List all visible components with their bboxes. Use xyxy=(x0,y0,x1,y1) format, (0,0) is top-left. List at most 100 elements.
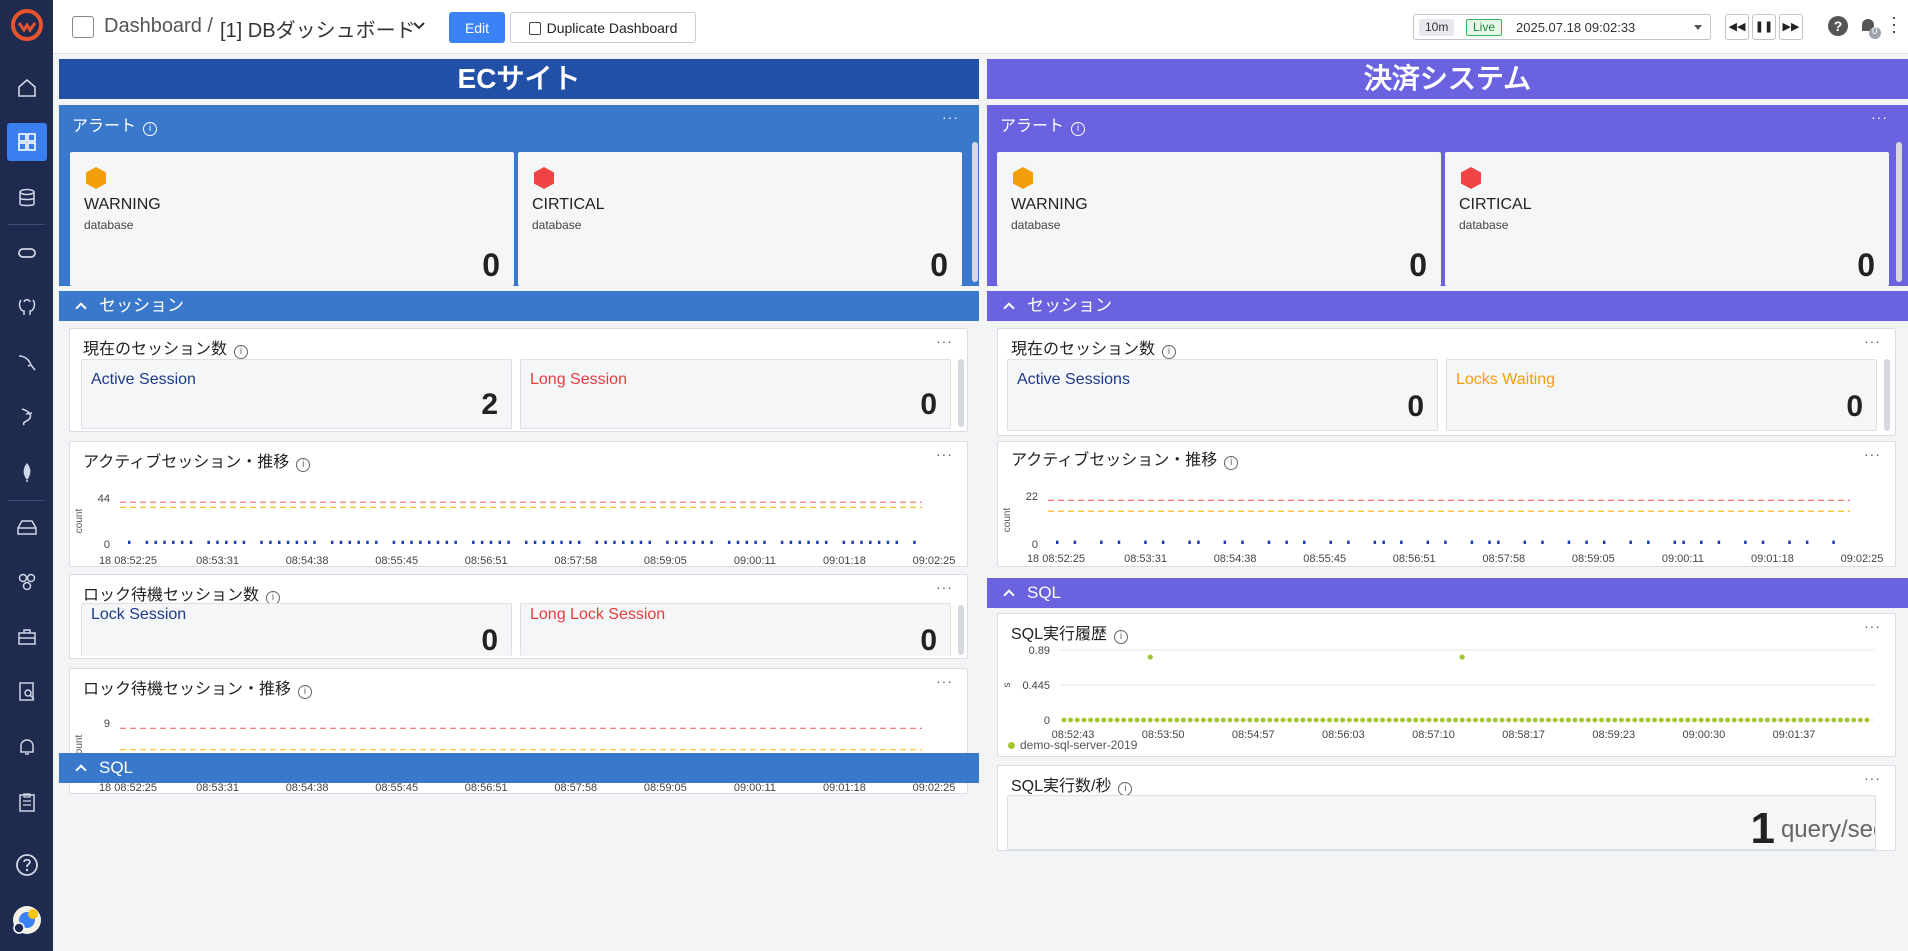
cluster-icon[interactable] xyxy=(0,562,53,602)
critical-card[interactable]: CIRTICAL database 0 xyxy=(1445,152,1889,286)
chart-bar xyxy=(639,540,643,544)
scrollbar[interactable] xyxy=(1896,142,1902,282)
chart-point xyxy=(1791,717,1797,723)
scrollbar[interactable] xyxy=(958,359,964,427)
duplicate-dashboard-button[interactable]: Duplicate Dashboard xyxy=(510,12,696,43)
sqlserver-icon[interactable] xyxy=(0,397,53,437)
active-session-chart[interactable]: count 22 0 18 08:52:25 08:53:31 08:54:38 08:55… xyxy=(998,468,1895,564)
chart-bar xyxy=(330,540,334,544)
chart-point xyxy=(1625,717,1631,723)
active-session-chart[interactable]: count 44 0 18 08:52:25 08:53:31 08:54:38 08:55… xyxy=(70,470,967,566)
chart-legend[interactable]: demo-sql-server-2019 xyxy=(1008,738,1137,752)
chart-point xyxy=(1134,717,1140,723)
home-icon[interactable] xyxy=(0,68,53,108)
chart-point xyxy=(1273,717,1279,723)
pill-icon[interactable] xyxy=(0,233,53,273)
chart-bar xyxy=(683,540,687,544)
chart-bar xyxy=(1444,540,1447,544)
pause-button[interactable]: ❚❚ xyxy=(1752,14,1776,40)
info-icon[interactable]: i xyxy=(1162,345,1177,359)
duplicate-label: Duplicate Dashboard xyxy=(546,19,678,36)
scrollbar[interactable] xyxy=(958,605,964,655)
breadcrumb[interactable]: Dashboard / xyxy=(104,15,213,38)
scrollbar[interactable] xyxy=(972,142,978,282)
long-lock-session-card[interactable]: Long Lock Session 0 xyxy=(520,603,951,657)
whatap-logo-icon[interactable] xyxy=(9,7,45,43)
info-icon[interactable]: i xyxy=(143,122,158,136)
y-tick-label: 9 xyxy=(104,718,110,730)
edit-button[interactable]: Edit xyxy=(449,12,505,43)
locks-waiting-card[interactable]: Locks Waiting 0 xyxy=(1446,359,1877,431)
sql-group-header[interactable]: SQL xyxy=(59,753,979,783)
panel-menu-icon[interactable]: ··· xyxy=(936,673,953,689)
dashboard-title[interactable]: [1] DBダッシュボード xyxy=(220,14,416,43)
chart-bar xyxy=(1673,540,1677,544)
panel-menu-icon[interactable]: ··· xyxy=(1864,446,1881,462)
panel-menu-icon[interactable]: ··· xyxy=(942,109,959,125)
critical-card[interactable]: CIRTICAL database 0 xyxy=(518,152,962,286)
panel-menu-icon[interactable]: ··· xyxy=(936,579,953,595)
info-icon[interactable]: i xyxy=(234,345,249,359)
chevron-down-icon[interactable] xyxy=(412,19,426,33)
clipboard-icon[interactable] xyxy=(0,782,53,822)
chart-bar xyxy=(163,540,166,544)
warning-card[interactable]: WARNING database 0 xyxy=(70,152,514,286)
panel-toggle-icon[interactable] xyxy=(72,16,94,38)
sql-group-header[interactable]: SQL xyxy=(987,578,1908,608)
panel-menu-icon[interactable]: ··· xyxy=(1864,770,1881,786)
x-tick-label: 08:54:57 xyxy=(1232,729,1275,740)
metric-value: 0 xyxy=(481,624,498,657)
chart-bar xyxy=(630,540,634,544)
postgresql-icon[interactable] xyxy=(0,287,53,327)
chart-point xyxy=(1532,717,1538,723)
time-picker[interactable]: 10m Live 2025.07.18 09:02:33 xyxy=(1413,14,1711,40)
chart-point xyxy=(1366,717,1372,723)
mysql-icon[interactable] xyxy=(0,342,53,382)
chart-bar xyxy=(392,540,396,544)
alert-sub: database xyxy=(1011,218,1061,232)
notification-bell-icon[interactable]: 0 xyxy=(1857,14,1883,40)
active-session-card[interactable]: Active Session 2 xyxy=(81,359,512,429)
chart-bar xyxy=(798,540,801,544)
lock-session-card[interactable]: Lock Session 0 xyxy=(81,603,512,657)
server-icon[interactable] xyxy=(0,507,53,547)
panel-menu-icon[interactable]: ··· xyxy=(936,446,953,462)
sql-history-chart[interactable]: s0.890.445008:52:43 08:53:50 08:54:57 08:56… xyxy=(998,640,1895,740)
long-session-card[interactable]: Long Session 0 xyxy=(520,359,951,429)
x-tick-label: 18 08:52:25 xyxy=(99,782,157,793)
rewind-button[interactable]: ◀◀ xyxy=(1725,14,1749,40)
briefcase-icon[interactable] xyxy=(0,617,53,657)
panel-menu-icon[interactable]: ··· xyxy=(1864,333,1881,349)
chart-bar xyxy=(207,540,210,544)
mongodb-icon[interactable] xyxy=(0,452,53,492)
session-group-header[interactable]: セッション xyxy=(59,291,979,321)
chart-point-outlier xyxy=(1147,654,1153,660)
help-icon[interactable]: ? xyxy=(1828,16,1848,36)
chart-bar xyxy=(454,540,457,544)
info-icon[interactable]: i xyxy=(1118,782,1133,796)
panel-menu-icon[interactable]: ··· xyxy=(936,333,953,349)
dashboard-icon[interactable] xyxy=(0,122,53,162)
help-sidebar-icon[interactable] xyxy=(0,845,53,885)
more-vertical-icon[interactable]: · · · xyxy=(1891,8,1901,40)
scrollbar[interactable] xyxy=(1884,359,1890,431)
avatar[interactable] xyxy=(0,900,53,940)
chart-bar xyxy=(869,540,872,544)
panel-title: 現在のセッション数 i xyxy=(83,335,249,359)
database-icon[interactable] xyxy=(0,178,53,218)
session-group-header[interactable]: セッション xyxy=(987,291,1908,321)
warning-card[interactable]: WARNING database 0 xyxy=(997,152,1441,286)
chart-bar xyxy=(1100,540,1103,544)
chart-bar xyxy=(745,540,749,544)
chart-point xyxy=(1546,717,1551,723)
panel-menu-icon[interactable]: ··· xyxy=(1864,618,1881,634)
active-sessions-card[interactable]: Active Sessions 0 xyxy=(1007,359,1438,431)
sql-rate-card[interactable]: 1 query/sec xyxy=(1007,795,1876,850)
bell-sidebar-icon[interactable] xyxy=(0,727,53,767)
panel-menu-icon[interactable]: ··· xyxy=(1871,109,1888,125)
chart-bar xyxy=(780,540,784,544)
report-search-icon[interactable] xyxy=(0,672,53,712)
fast-forward-button[interactable]: ▶▶ xyxy=(1779,14,1803,40)
info-icon[interactable]: i xyxy=(1071,122,1086,136)
active-trend-panel: アクティブセッション・推移 i ··· count 44 0 18 08:52:25 08… xyxy=(69,441,968,567)
